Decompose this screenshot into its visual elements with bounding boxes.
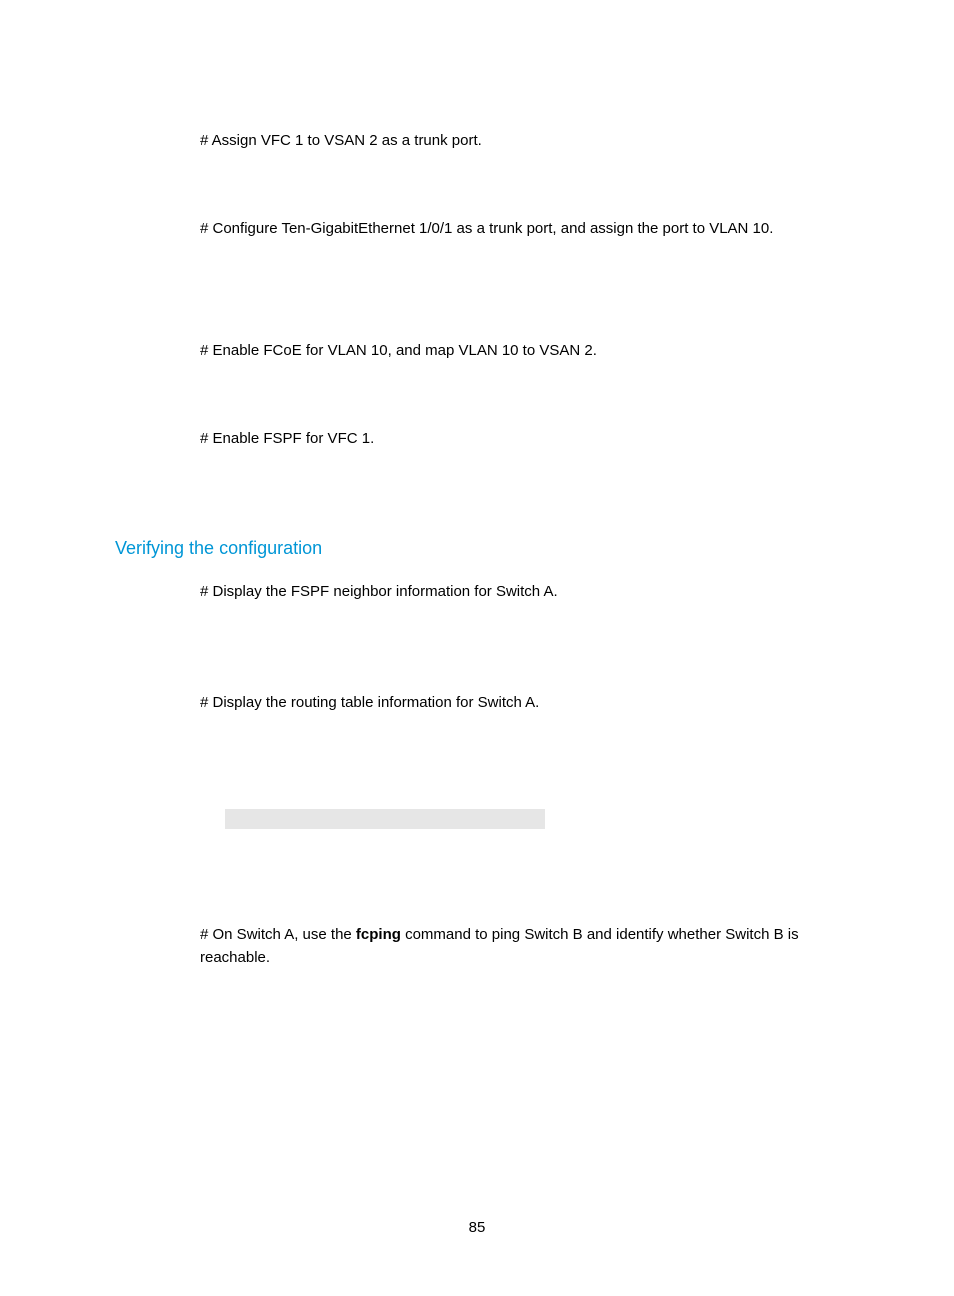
step-enable-fcoe: # Enable FCoE for VLAN 10, and map VLAN …: [200, 340, 854, 363]
step-assign-vfc: # Assign VFC 1 to VSAN 2 as a trunk port…: [200, 130, 854, 153]
fcping-text-prefix: # On Switch A, use the: [200, 926, 356, 943]
step-display-routing: # Display the routing table information …: [200, 692, 854, 715]
table-header-bar: [225, 809, 545, 829]
step-fcping: # On Switch A, use the fcping command to…: [200, 924, 854, 969]
page-number: 85: [0, 1219, 954, 1236]
heading-verify-config: Verifying the configuration: [115, 538, 854, 559]
step-enable-fspf: # Enable FSPF for VFC 1.: [200, 428, 854, 451]
step-configure-interface: # Configure Ten-GigabitEthernet 1/0/1 as…: [200, 218, 854, 241]
fcping-command: fcping: [356, 926, 401, 943]
step-display-neighbor: # Display the FSPF neighbor information …: [200, 581, 854, 604]
